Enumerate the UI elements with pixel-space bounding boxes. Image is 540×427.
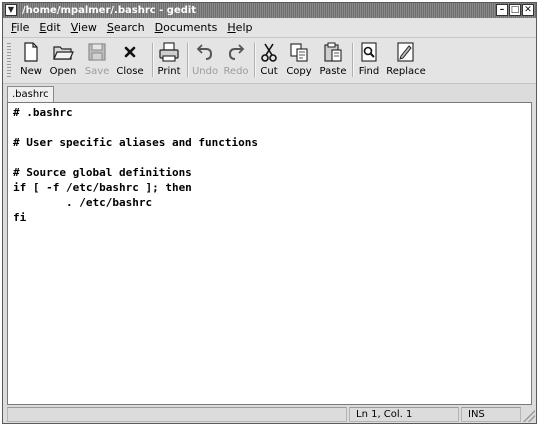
code-line: . /etc/bashrc xyxy=(13,196,153,209)
undo-button[interactable]: Undo xyxy=(190,41,220,81)
toolbar: New Open Save Close Print Undo Redo Cut … xyxy=(3,38,536,84)
window-title: /home/mpalmer/.bashrc - gedit xyxy=(22,5,197,16)
replace-button[interactable]: Replace xyxy=(385,41,427,81)
paste-button[interactable]: Paste xyxy=(317,41,349,81)
new-document-icon xyxy=(24,42,38,62)
status-message xyxy=(7,407,347,422)
open-folder-icon xyxy=(53,46,74,60)
close-window-icon[interactable]: ✕ xyxy=(522,4,534,16)
open-button[interactable]: Open xyxy=(47,41,79,81)
new-button[interactable]: New xyxy=(17,41,45,81)
menu-documents[interactable]: Documents xyxy=(150,21,223,34)
status-bar: Ln 1, Col. 1 INS xyxy=(3,406,536,423)
document-tabs: .bashrc xyxy=(3,84,536,103)
text-editor[interactable]: # .bashrc # User specific aliases and fu… xyxy=(7,102,532,405)
toolbar-separator xyxy=(152,43,154,77)
gedit-window: ▼ /home/mpalmer/.bashrc - gedit – □ ✕ Fi… xyxy=(2,2,537,424)
code-line: # Source global definitions xyxy=(13,166,192,179)
save-floppy-icon xyxy=(88,43,106,61)
code-line: # User specific aliases and functions xyxy=(13,136,259,149)
tab-bashrc[interactable]: .bashrc xyxy=(7,86,54,103)
code-line: # .bashrc xyxy=(13,106,73,119)
menu-view[interactable]: View xyxy=(66,21,102,34)
title-bar[interactable]: ▼ /home/mpalmer/.bashrc - gedit – □ ✕ xyxy=(3,3,536,18)
scissors-icon xyxy=(261,43,277,62)
window-menu-icon[interactable]: ▼ xyxy=(5,4,17,16)
maximize-icon[interactable]: □ xyxy=(509,4,521,16)
menu-bar: File Edit View Search Documents Help xyxy=(3,18,536,38)
copy-icon xyxy=(290,43,308,62)
toolbar-grip[interactable] xyxy=(7,43,11,79)
redo-icon xyxy=(228,44,245,60)
replace-icon xyxy=(397,42,414,62)
cut-button[interactable]: Cut xyxy=(257,41,281,81)
copy-button[interactable]: Copy xyxy=(284,41,314,81)
resize-grip-icon[interactable] xyxy=(523,410,535,422)
print-button[interactable]: Print xyxy=(155,41,183,81)
cursor-position: Ln 1, Col. 1 xyxy=(349,407,459,422)
toolbar-separator xyxy=(254,43,256,77)
toolbar-separator xyxy=(352,43,354,77)
paste-clipboard-icon xyxy=(324,42,342,62)
code-line: if [ -f /etc/bashrc ]; then xyxy=(13,181,192,194)
window-controls: – □ ✕ xyxy=(496,4,534,16)
menu-file[interactable]: File xyxy=(3,21,34,34)
toolbar-separator xyxy=(187,43,189,77)
undo-icon xyxy=(196,44,213,60)
close-x-icon xyxy=(124,46,136,58)
menu-edit[interactable]: Edit xyxy=(34,21,65,34)
save-button[interactable]: Save xyxy=(82,41,112,81)
menu-search[interactable]: Search xyxy=(102,21,150,34)
find-button[interactable]: Find xyxy=(356,41,382,81)
close-button[interactable]: Close xyxy=(114,41,146,81)
minimize-icon[interactable]: – xyxy=(496,4,508,16)
printer-icon xyxy=(159,42,179,62)
code-line: fi xyxy=(13,211,27,224)
menu-help[interactable]: Help xyxy=(222,21,257,34)
redo-button[interactable]: Redo xyxy=(222,41,250,81)
find-icon xyxy=(361,42,377,62)
insert-mode: INS xyxy=(461,407,521,422)
